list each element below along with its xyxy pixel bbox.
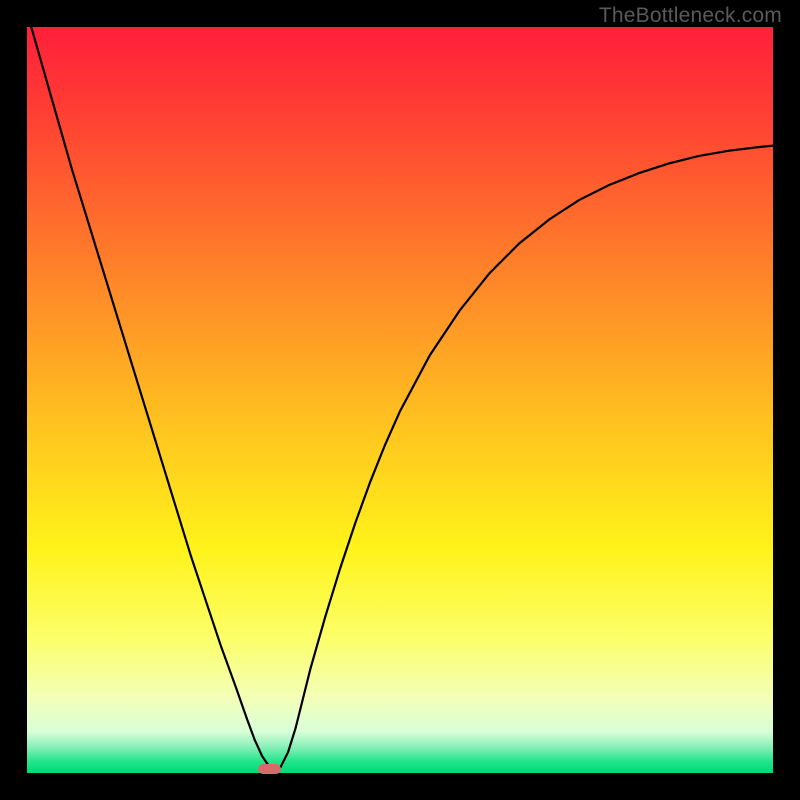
gradient-background bbox=[27, 27, 773, 773]
optimal-point bbox=[258, 764, 282, 774]
watermark-text: TheBottleneck.com bbox=[599, 4, 782, 28]
chart-plot-area bbox=[27, 27, 773, 773]
chart-svg bbox=[27, 27, 773, 773]
